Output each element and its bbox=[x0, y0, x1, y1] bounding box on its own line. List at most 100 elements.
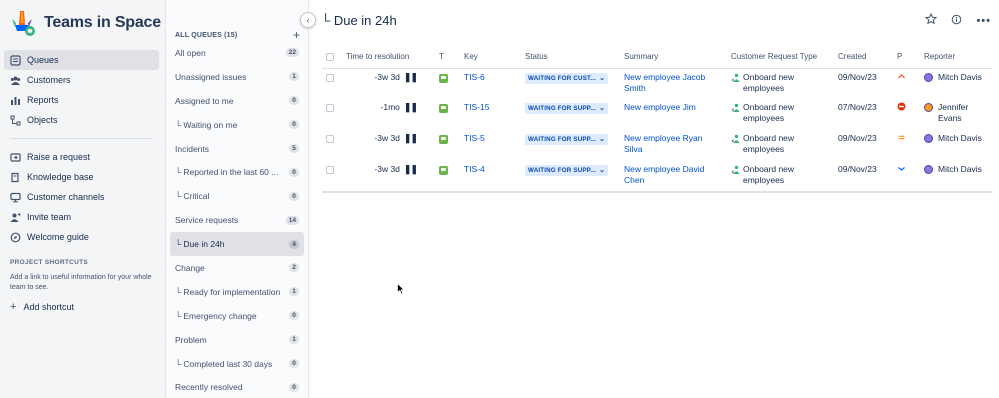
queue-item[interactable]: └ Ready for implementation 1 bbox=[170, 280, 304, 304]
issue-key-link[interactable]: TIS-5 bbox=[464, 133, 485, 143]
row-checkbox[interactable] bbox=[326, 166, 334, 174]
table-row[interactable]: -3w 3d ❚❚ TIS-4 WAITING FOR SUPP... ⌄ New emp… bbox=[322, 161, 993, 193]
priority-cell bbox=[893, 68, 920, 99]
service-request-type-icon bbox=[439, 104, 448, 113]
row-select-cell[interactable] bbox=[322, 161, 342, 193]
row-select-cell[interactable] bbox=[322, 99, 342, 130]
reporter-name[interactable]: Jennifer Evans bbox=[938, 102, 989, 124]
queue-item[interactable]: Change 2 bbox=[170, 256, 304, 280]
sidebar-item-knowledge-base[interactable]: Knowledge base bbox=[4, 167, 159, 187]
chevron-left-icon: ‹ bbox=[306, 15, 310, 25]
column-header[interactable]: T bbox=[435, 46, 460, 69]
queue-item[interactable]: Assigned to me 0 bbox=[170, 89, 304, 113]
queue-item[interactable]: Problem 1 bbox=[170, 328, 304, 352]
status-cell: WAITING FOR SUPP... ⌄ bbox=[521, 99, 620, 130]
column-header[interactable]: Status bbox=[521, 46, 620, 69]
sidebar-item-welcome-guide[interactable]: Welcome guide bbox=[4, 227, 159, 247]
created-date: 09/Nov/23 bbox=[838, 71, 877, 82]
queue-count-badge: 0 bbox=[289, 191, 299, 201]
rocket-logo-icon bbox=[8, 9, 36, 37]
sidebar-item-invite-team[interactable]: Invite team bbox=[4, 207, 159, 227]
queue-item[interactable]: └ Waiting on me 0 bbox=[170, 113, 304, 137]
reporter-cell: Mitch Davis bbox=[920, 130, 993, 161]
sidebar-item-objects[interactable]: Objects bbox=[4, 110, 159, 130]
created-cell: 09/Nov/23 bbox=[834, 130, 893, 161]
queue-item-label: └ Ready for implementation bbox=[175, 286, 281, 297]
queue-item[interactable]: └ Completed last 30 days 0 bbox=[170, 352, 304, 376]
avatar bbox=[924, 134, 933, 143]
queue-item-label: └ Waiting on me bbox=[175, 119, 238, 130]
select-all-checkbox[interactable] bbox=[326, 52, 334, 61]
summary-link[interactable]: New employee Ryan Silva bbox=[624, 133, 702, 154]
queue-count-badge: 14 bbox=[285, 215, 299, 225]
queues-panel: ALL QUEUES (15) + All open 22 Unassigned i… bbox=[166, 0, 309, 398]
table-row[interactable]: -1mo ❚❚ TIS-15 WAITING FOR SUPP... ⌄ New empl… bbox=[322, 99, 993, 130]
onboard-person-icon bbox=[731, 165, 740, 174]
summary-link[interactable]: New employee Jim bbox=[624, 102, 696, 112]
column-header[interactable]: Time to resolution bbox=[342, 46, 435, 69]
queue-item[interactable]: └ Due in 24h 4 bbox=[170, 232, 304, 257]
issue-key-link[interactable]: TIS-15 bbox=[464, 102, 490, 112]
column-header[interactable]: Customer Request Type bbox=[727, 46, 834, 69]
queue-item[interactable]: All open 22 bbox=[170, 41, 304, 65]
summary-link[interactable]: New employee David Chen bbox=[624, 164, 704, 185]
time-to-resolution-value: -3w 3d bbox=[374, 164, 400, 174]
reporter-name[interactable]: Mitch Davis bbox=[938, 133, 982, 144]
queue-count-badge: 0 bbox=[289, 120, 299, 130]
queue-count-badge: 2 bbox=[289, 263, 299, 273]
reporter-name[interactable]: Mitch Davis bbox=[938, 72, 982, 83]
sidebar-item-reports[interactable]: Reports bbox=[4, 90, 159, 110]
queue-item[interactable]: Recently resolved 0 bbox=[170, 375, 304, 398]
paused-icon: ❚❚ bbox=[403, 102, 418, 112]
sidebar-item-customer-channels[interactable]: Customer channels bbox=[4, 187, 159, 207]
queue-item[interactable]: Service requests 14 bbox=[170, 208, 304, 232]
queue-item[interactable]: Unassigned issues 1 bbox=[170, 65, 304, 89]
table-row[interactable]: -3w 3d ❚❚ TIS-6 WAITING FOR CUST... ⌄ New emp… bbox=[322, 68, 993, 99]
project-brand[interactable]: Teams in Space bbox=[8, 8, 161, 38]
queue-item-label: Incidents bbox=[175, 143, 210, 154]
issue-key-link[interactable]: TIS-6 bbox=[464, 72, 485, 82]
collapse-sidebar-button[interactable]: ‹ bbox=[300, 12, 316, 28]
row-checkbox[interactable] bbox=[326, 104, 334, 112]
sidebar-item-label: Knowledge base bbox=[27, 172, 94, 182]
queue-item[interactable]: Incidents 5 bbox=[170, 137, 304, 161]
summary-link[interactable]: New employee Jacob Smith bbox=[624, 72, 705, 93]
add-shortcut-label: Add shortcut bbox=[23, 302, 74, 312]
add-queue-icon[interactable]: + bbox=[293, 29, 300, 41]
sidebar-item-queues[interactable]: Queues bbox=[4, 50, 159, 70]
status-badge[interactable]: WAITING FOR CUST... ⌄ bbox=[525, 72, 609, 84]
column-header[interactable]: Reporter bbox=[920, 46, 993, 69]
more-actions-icon[interactable]: ••• bbox=[976, 15, 991, 27]
paused-icon: ❚❚ bbox=[403, 164, 418, 174]
column-header[interactable]: Key bbox=[460, 46, 521, 69]
queue-item[interactable]: └ Reported in the last 60 ... 0 bbox=[170, 160, 304, 184]
row-select-cell[interactable] bbox=[322, 130, 342, 161]
onboard-person-icon bbox=[731, 73, 740, 82]
select-all-cell[interactable] bbox=[322, 46, 342, 69]
table-row[interactable]: -3w 3d ❚❚ TIS-5 WAITING FOR SUPP... ⌄ New emp… bbox=[322, 130, 993, 161]
status-badge[interactable]: WAITING FOR SUPP... ⌄ bbox=[525, 165, 609, 176]
issue-key-link[interactable]: TIS-4 bbox=[464, 164, 485, 174]
sidebar-item-label: Customer channels bbox=[27, 192, 105, 202]
sidebar-item-raise-request[interactable]: Raise a request bbox=[4, 147, 159, 167]
sidebar-item-customers[interactable]: Customers bbox=[4, 70, 159, 90]
reporter-name[interactable]: Mitch Davis bbox=[938, 164, 982, 175]
star-icon[interactable] bbox=[925, 12, 938, 28]
chevron-down-icon: ⌄ bbox=[599, 74, 606, 82]
type-cell bbox=[435, 130, 460, 161]
created-date: 09/Nov/23 bbox=[838, 164, 877, 174]
status-badge[interactable]: WAITING FOR SUPP... ⌄ bbox=[525, 103, 609, 114]
column-header[interactable]: P bbox=[893, 46, 920, 69]
row-select-cell[interactable] bbox=[322, 68, 342, 99]
column-header[interactable]: Summary bbox=[620, 46, 727, 69]
info-icon[interactable] bbox=[951, 14, 962, 28]
row-checkbox[interactable] bbox=[326, 135, 334, 143]
add-shortcut-button[interactable]: + Add shortcut bbox=[10, 301, 74, 313]
queue-item[interactable]: └ Critical 0 bbox=[170, 184, 304, 208]
queue-item[interactable]: └ Emergency change 0 bbox=[170, 304, 304, 328]
sidebar-item-label: Welcome guide bbox=[27, 232, 89, 242]
queue-count-badge: 4 bbox=[289, 239, 299, 249]
column-header[interactable]: Created bbox=[834, 46, 893, 69]
status-badge[interactable]: WAITING FOR SUPP... ⌄ bbox=[525, 134, 609, 145]
row-checkbox[interactable] bbox=[326, 73, 334, 82]
